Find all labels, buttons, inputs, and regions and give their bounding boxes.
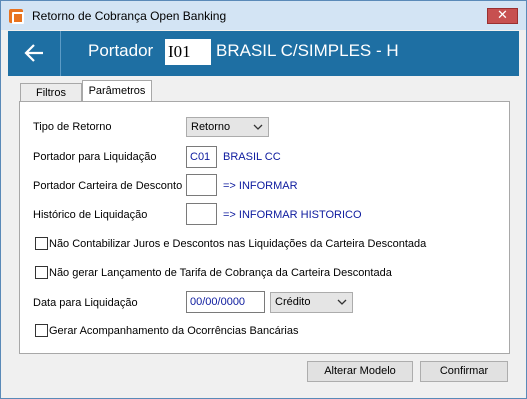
tab-parametros[interactable]: Parâmetros (82, 80, 152, 102)
confirmar-label: Confirmar (439, 365, 489, 377)
app-window: Retorno de Cobrança Open Banking ✕ Porta… (0, 0, 527, 399)
portador-liquidacao-label: Portador para Liquidação (33, 151, 157, 163)
data-liquidacao-label: Data para Liquidação (33, 297, 138, 309)
chk-acompanhamento-checkbox[interactable] (35, 324, 48, 337)
portador-label: Portador (88, 41, 154, 60)
header-bar: Portador I01 BRASIL C/SIMPLES - H (8, 31, 519, 76)
portador-liquidacao-input[interactable]: C01 (186, 146, 217, 168)
historico-label: Histórico de Liquidação (33, 209, 148, 221)
chk-tarifa-label: Não gerar Lançamento de Tarifa de Cobran… (49, 267, 392, 279)
alterar-modelo-button[interactable]: Alterar Modelo (307, 361, 413, 382)
header-divider (60, 31, 61, 76)
arrow-left-icon (24, 44, 43, 62)
historico-desc: => INFORMAR HISTORICO (223, 209, 362, 221)
window-title: Retorno de Cobrança Open Banking (32, 9, 227, 23)
data-modo-value: Crédito (275, 296, 311, 308)
tipo-retorno-label: Tipo de Retorno (33, 121, 112, 133)
historico-input[interactable] (186, 203, 217, 225)
parametros-panel: Tipo de Retorno Retorno Portador para Li… (19, 101, 510, 354)
tipo-retorno-select[interactable]: Retorno (186, 117, 269, 137)
portador-code-input[interactable]: I01 (165, 39, 211, 65)
portador-liquidacao-desc: BRASIL CC (223, 151, 281, 163)
alterar-modelo-label: Alterar Modelo (324, 365, 396, 377)
chevron-down-icon (337, 299, 347, 305)
chk-juros-label: Não Contabilizar Juros e Descontos nas L… (49, 238, 427, 250)
chk-juros-checkbox[interactable] (35, 237, 48, 250)
close-button[interactable]: ✕ (487, 8, 518, 24)
tab-filtros[interactable]: Filtros (20, 83, 82, 102)
app-logo-icon (9, 9, 24, 24)
confirmar-button[interactable]: Confirmar (420, 361, 508, 382)
data-liquidacao-input[interactable]: 00/00/0000 (186, 291, 265, 313)
data-modo-select[interactable]: Crédito (270, 292, 353, 313)
tipo-retorno-value: Retorno (191, 121, 231, 133)
title-bar: Retorno de Cobrança Open Banking ✕ (1, 1, 526, 30)
chk-tarifa-checkbox[interactable] (35, 266, 48, 279)
chk-acompanhamento-label: Gerar Acompanhamento da Ocorrências Banc… (49, 325, 299, 337)
portador-name: BRASIL C/SIMPLES - H (216, 41, 399, 60)
chevron-down-icon (253, 124, 263, 130)
back-button[interactable] (8, 31, 60, 76)
portador-carteira-label: Portador Carteira de Desconto (33, 180, 183, 192)
portador-carteira-desc: => INFORMAR (223, 180, 298, 192)
portador-carteira-input[interactable] (186, 174, 217, 196)
